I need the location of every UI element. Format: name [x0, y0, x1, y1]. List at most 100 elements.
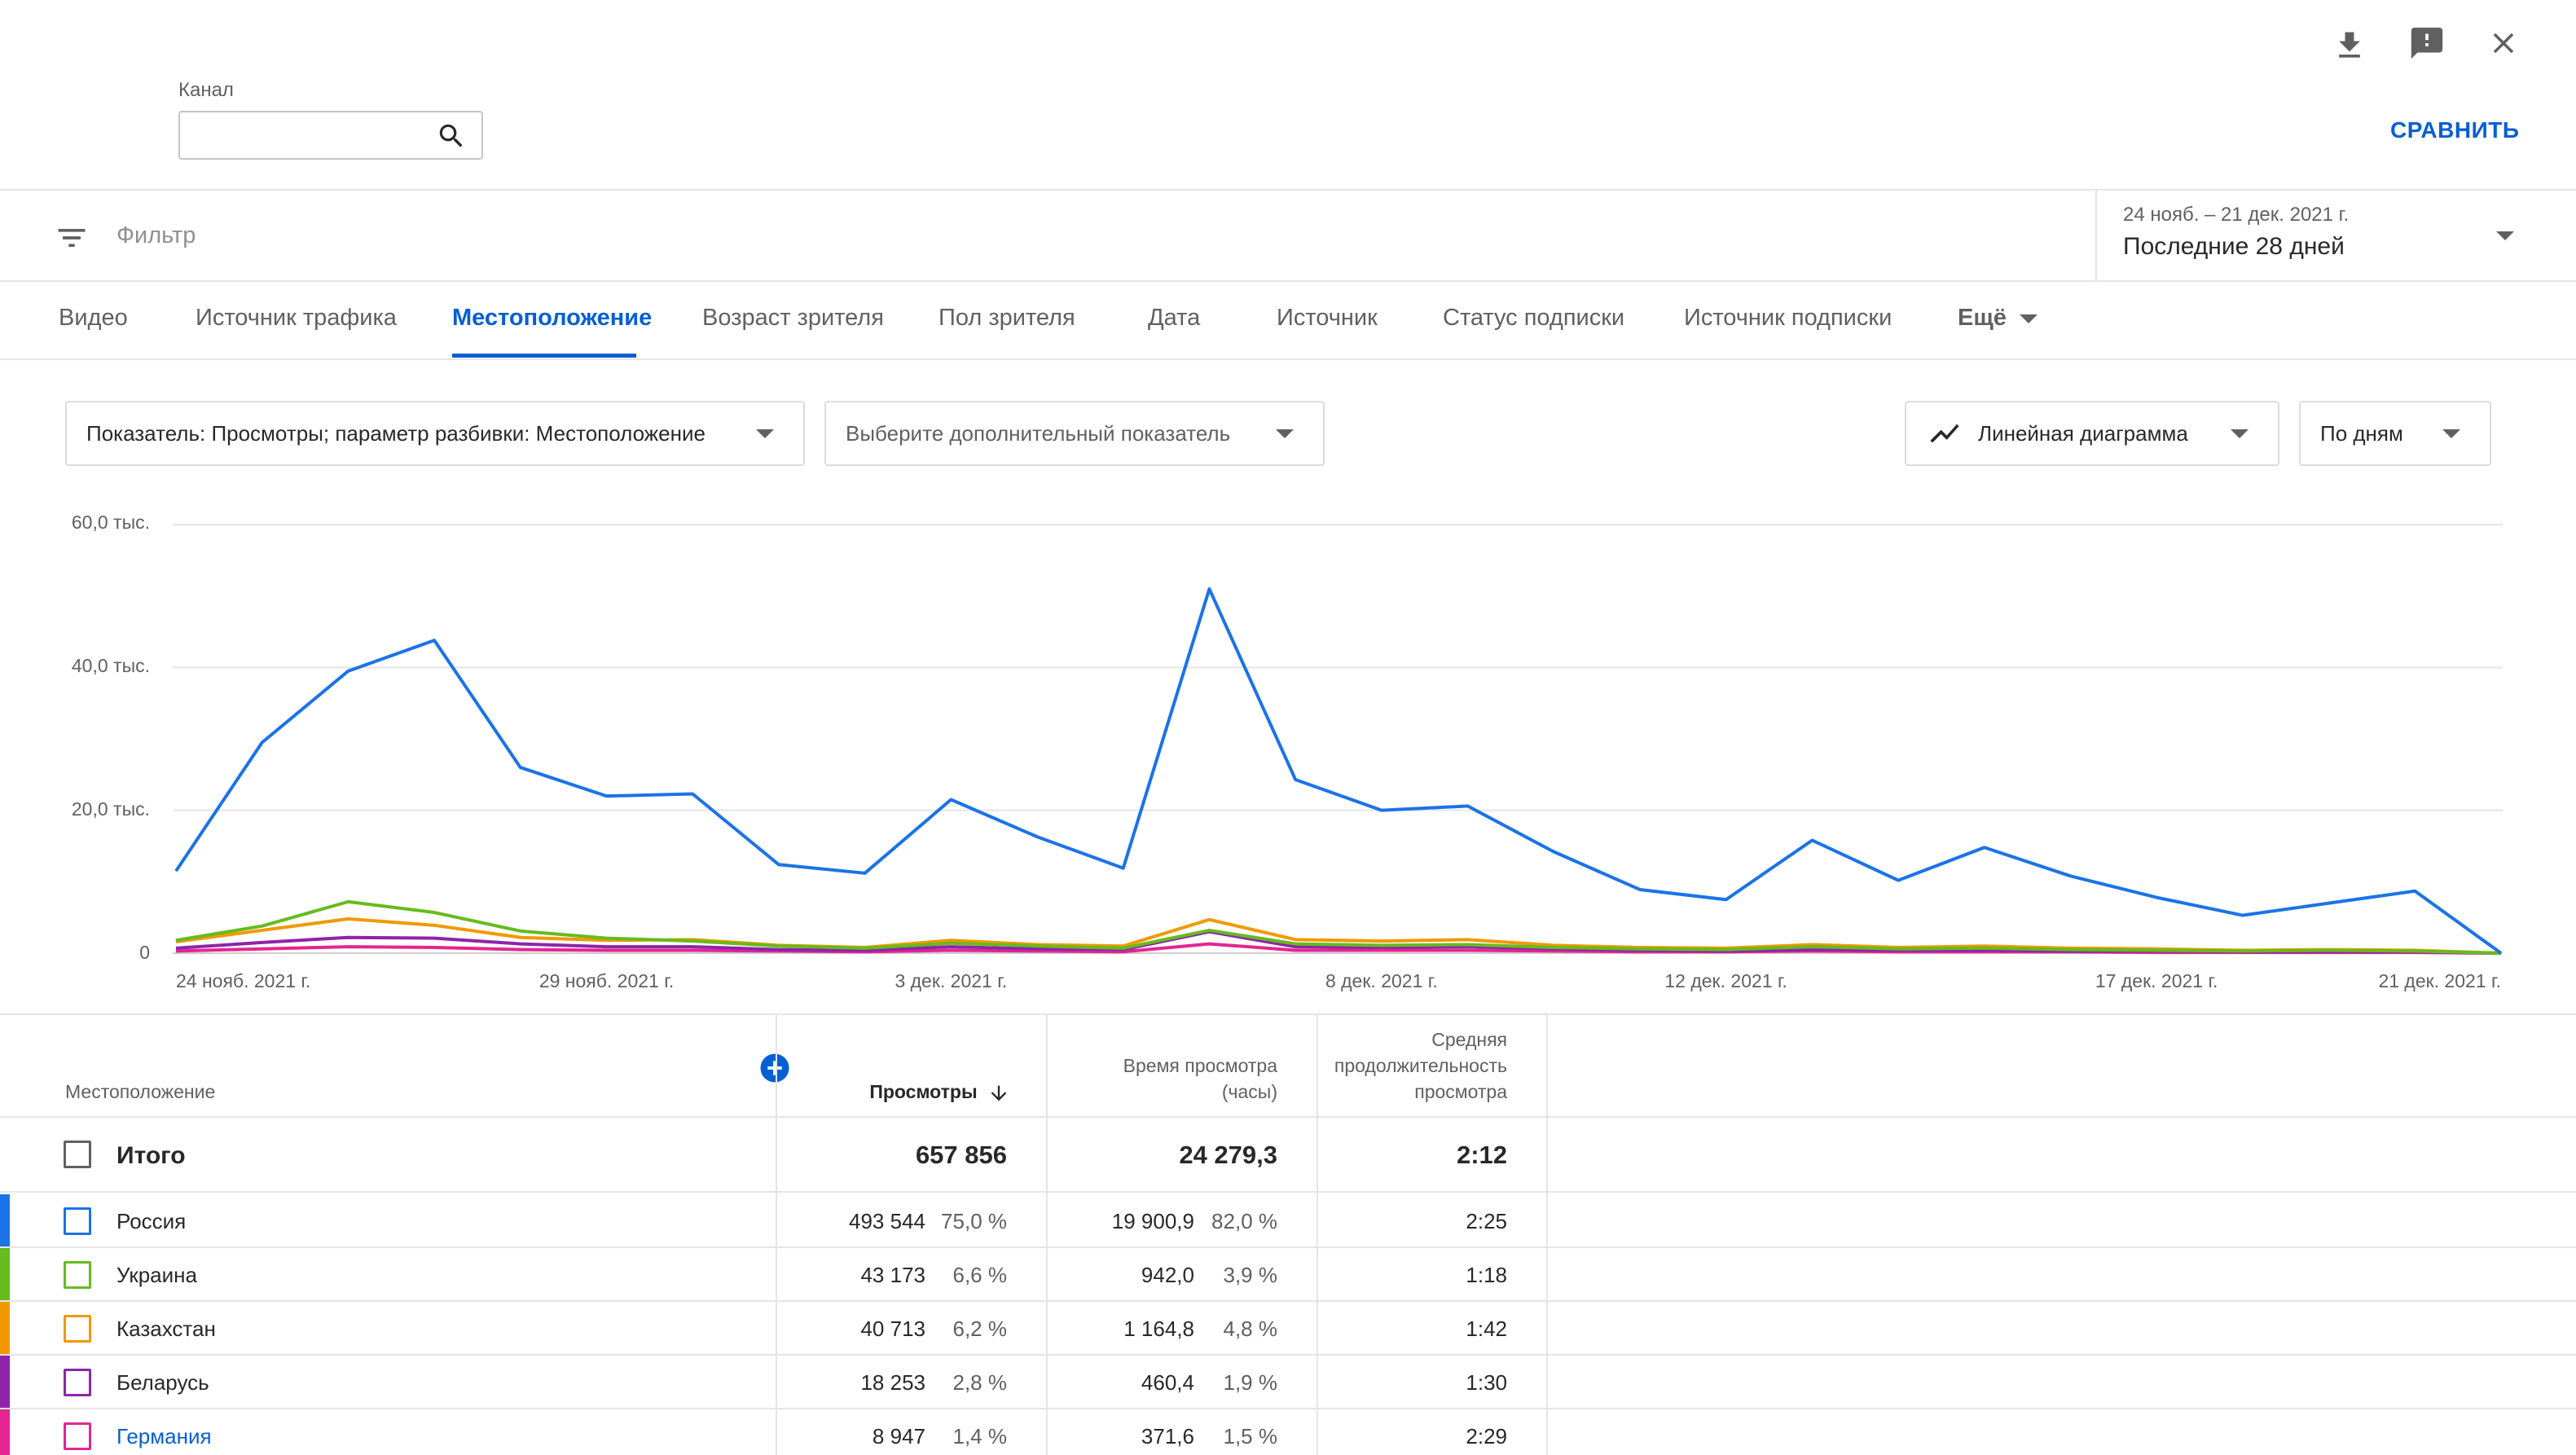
- watch-time-value: 19 900,9: [1111, 1209, 1194, 1233]
- tab-traffic-source[interactable]: Источник трафика: [196, 305, 397, 332]
- arrow-down-icon: [991, 1085, 1007, 1101]
- tab-more[interactable]: Ещё: [1958, 305, 2038, 332]
- tab-date[interactable]: Дата: [1148, 305, 1200, 332]
- table-row[interactable]: Беларусь 18 253 2,8 % 460,4 1,9 % 1:30: [0, 1356, 2576, 1409]
- filter-icon[interactable]: [54, 220, 90, 256]
- filter-divider-bottom: [0, 280, 2576, 282]
- table-row[interactable]: Казахстан 40 713 6,2 % 1 164,8 4,8 % 1:42: [0, 1302, 2576, 1356]
- x-tick-label: 8 дек. 2021 г.: [1325, 970, 1438, 991]
- feedback-icon[interactable]: [2408, 24, 2446, 62]
- series-color-bar: [0, 1409, 10, 1455]
- granularity-dropdown[interactable]: По дням: [2299, 401, 2491, 466]
- filter-input[interactable]: Фильтр: [116, 222, 196, 249]
- total-row: Итого 657 856 24 279,3 2:12: [0, 1118, 2576, 1193]
- chart-type-label: Линейная диаграмма: [1978, 420, 2188, 446]
- download-icon[interactable]: [2332, 28, 2367, 64]
- secondary-metric-dropdown[interactable]: Выберите дополнительный показатель: [824, 401, 1325, 466]
- tab-subscription-status[interactable]: Статус подписки: [1443, 305, 1624, 332]
- x-tick-label: 12 дек. 2021 г.: [1664, 970, 1787, 991]
- total-views: 657 856: [915, 1141, 1007, 1169]
- tabs-divider: [0, 358, 2576, 360]
- views-percent: 6,6 %: [952, 1263, 1008, 1287]
- table-row[interactable]: Украина 43 173 6,6 % 942,0 3,9 % 1:18: [0, 1248, 2576, 1302]
- metric-dropdown-label: Показатель: Просмотры; параметр разбивки…: [86, 420, 706, 446]
- series-color-bar: [0, 1194, 10, 1246]
- series-color-bar: [0, 1356, 10, 1408]
- chart-divider: [0, 1013, 2576, 1015]
- views-value: 8 947: [872, 1424, 925, 1448]
- granularity-label: По дням: [2320, 420, 2403, 446]
- line-chart: [173, 524, 2503, 955]
- total-label: Итого: [116, 1142, 186, 1169]
- watch-time-value: 1 164,8: [1123, 1317, 1194, 1341]
- watch-time-percent: 3,9 %: [1223, 1263, 1278, 1287]
- views-percent: 6,2 %: [952, 1317, 1008, 1341]
- views-value: 43 173: [860, 1263, 925, 1287]
- chevron-down-icon: [1276, 429, 1294, 438]
- metric-dropdown[interactable]: Показатель: Просмотры; параметр разбивки…: [65, 401, 805, 466]
- tab-subscription-source[interactable]: Источник подписки: [1684, 305, 1892, 332]
- column-header-avg-duration[interactable]: Средняя продолжительность просмотра: [1303, 1026, 1507, 1105]
- series-line-Россия[interactable]: [174, 587, 2503, 955]
- table-row[interactable]: Россия 493 544 75,0 % 19 900,9 82,0 % 2:25: [0, 1194, 2576, 1248]
- series-color-bar: [0, 1302, 10, 1354]
- watch-time-percent: 1,9 %: [1223, 1370, 1278, 1395]
- location-name: Украина: [116, 1263, 197, 1287]
- column-header-avg-line2: продолжительность: [1334, 1055, 1507, 1076]
- chevron-down-icon: [2020, 314, 2038, 323]
- total-watch-time: 24 279,3: [1179, 1141, 1277, 1169]
- x-tick-label: 21 дек. 2021 г.: [2378, 970, 2501, 991]
- views-percent: 1,4 %: [952, 1424, 1008, 1448]
- watch-time-percent: 1,5 %: [1223, 1424, 1278, 1448]
- row-checkbox[interactable]: [64, 1315, 91, 1343]
- tab-source[interactable]: Источник: [1277, 305, 1378, 332]
- location-name: Россия: [116, 1209, 187, 1233]
- row-checkbox[interactable]: [64, 1261, 91, 1289]
- add-column-icon[interactable]: [758, 1051, 792, 1085]
- tab-viewer-gender[interactable]: Пол зрителя: [939, 305, 1075, 332]
- close-icon[interactable]: [2486, 26, 2521, 60]
- row-checkbox[interactable]: [64, 1422, 91, 1450]
- avg-duration-value: 1:18: [1466, 1263, 1507, 1287]
- channel-search-field[interactable]: [178, 111, 483, 160]
- series-color-bar: [0, 1248, 10, 1300]
- views-value: 18 253: [860, 1370, 925, 1395]
- x-tick-label: 3 дек. 2021 г.: [895, 970, 1008, 991]
- row-checkbox[interactable]: [64, 1369, 91, 1396]
- chart-type-dropdown[interactable]: Линейная диаграмма: [1905, 401, 2279, 466]
- date-range-text: 24 нояб. – 21 дек. 2021 г.: [2123, 204, 2350, 226]
- line-chart-icon: [1928, 416, 1962, 451]
- date-range-picker[interactable]: 24 нояб. – 21 дек. 2021 г. Последние 28 …: [2097, 191, 2576, 280]
- column-header-watch-time-line1: Время просмотра: [1123, 1055, 1277, 1076]
- avg-duration-value: 2:25: [1466, 1209, 1507, 1233]
- watch-time-percent: 4,8 %: [1223, 1317, 1278, 1341]
- date-period-text: Последние 28 дней: [2123, 233, 2345, 260]
- views-value: 40 713: [860, 1317, 925, 1341]
- search-icon[interactable]: [436, 121, 467, 156]
- x-tick-label: 24 нояб. 2021 г.: [176, 970, 311, 991]
- x-tick-label: 29 нояб. 2021 г.: [538, 970, 675, 991]
- chevron-down-icon: [756, 429, 774, 438]
- total-checkbox[interactable]: [64, 1141, 91, 1168]
- chevron-down-icon: [2231, 429, 2249, 438]
- location-name[interactable]: Германия: [116, 1409, 212, 1455]
- watch-time-value: 460,4: [1141, 1370, 1194, 1395]
- tab-video[interactable]: Видео: [59, 305, 128, 332]
- tab-location[interactable]: Местоположение: [452, 305, 652, 332]
- avg-duration-value: 1:30: [1466, 1370, 1507, 1395]
- compare-button[interactable]: СРАВНИТЬ: [2390, 117, 2519, 143]
- secondary-metric-label: Выберите дополнительный показатель: [846, 420, 1231, 446]
- channel-label: Канал: [178, 79, 234, 101]
- tab-viewer-age[interactable]: Возраст зрителя: [702, 305, 884, 332]
- channel-search-input[interactable]: [193, 112, 437, 156]
- column-header-views-label: Просмотры: [869, 1081, 978, 1102]
- table-row[interactable]: Германия 8 947 1,4 % 371,6 1,5 % 2:29: [0, 1409, 2576, 1455]
- chevron-down-icon: [2442, 429, 2460, 438]
- watch-time-value: 371,6: [1141, 1424, 1194, 1448]
- column-header-location[interactable]: Местоположение: [65, 1079, 215, 1105]
- column-header-views[interactable]: Просмотры: [815, 1079, 1010, 1105]
- row-checkbox[interactable]: [64, 1207, 91, 1235]
- column-header-watch-time[interactable]: Время просмотра (часы): [1059, 1053, 1277, 1105]
- tab-more-label: Ещё: [1958, 305, 2007, 331]
- avg-duration-value: 2:29: [1466, 1424, 1507, 1448]
